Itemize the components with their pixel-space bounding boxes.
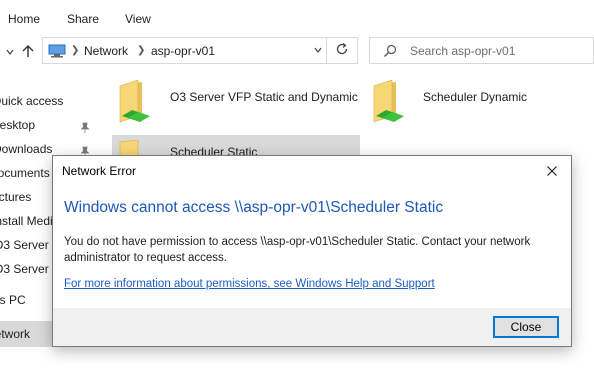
address-bar[interactable]: ❯ Network ❯ asp-opr-v01: [42, 37, 358, 64]
network-icon: [48, 44, 66, 61]
folder-label[interactable]: Scheduler Dynamic: [423, 90, 527, 104]
dialog-title: Network Error: [62, 164, 137, 178]
close-button[interactable]: Close: [493, 316, 559, 338]
help-link[interactable]: For more information about permissions, …: [64, 278, 435, 290]
close-icon[interactable]: [541, 161, 563, 181]
pin-icon: [80, 118, 90, 137]
nav-item-desktop[interactable]: Desktop: [0, 113, 105, 137]
breadcrumb-separator-icon: ❯: [71, 45, 80, 56]
up-arrow-icon[interactable]: [20, 43, 36, 59]
breadcrumb-host[interactable]: asp-opr-v01: [151, 44, 215, 58]
breadcrumb-separator-icon: ❯: [137, 45, 146, 56]
tab-view[interactable]: View: [125, 12, 151, 26]
dialog-message: You do not have permission to access \\a…: [64, 236, 531, 264]
tab-home[interactable]: Home: [8, 12, 40, 26]
network-error-dialog: Network Error Windows cannot access \\as…: [52, 155, 572, 347]
ribbon: Home Share View: [0, 0, 594, 34]
shared-folder-icon[interactable]: [118, 79, 154, 131]
search-box[interactable]: Search asp-opr-v01: [369, 37, 594, 64]
shared-folder-icon[interactable]: [372, 79, 408, 131]
nav-item-quick-access[interactable]: Quick access: [0, 89, 105, 113]
refresh-button[interactable]: [326, 37, 358, 64]
recent-locations-chevron-icon[interactable]: [2, 44, 18, 60]
search-icon: [383, 44, 397, 61]
folder-label[interactable]: O3 Server VFP Static and Dynamic: [170, 90, 358, 104]
breadcrumb-network[interactable]: Network: [84, 44, 128, 58]
dialog-heading: Windows cannot access \\asp-opr-v01\Sche…: [64, 199, 444, 216]
dialog-footer: Close: [53, 308, 571, 346]
tab-share[interactable]: Share: [67, 12, 99, 26]
search-placeholder: Search asp-opr-v01: [410, 44, 516, 58]
address-dropdown-icon[interactable]: [313, 45, 323, 58]
refresh-icon: [335, 42, 349, 59]
